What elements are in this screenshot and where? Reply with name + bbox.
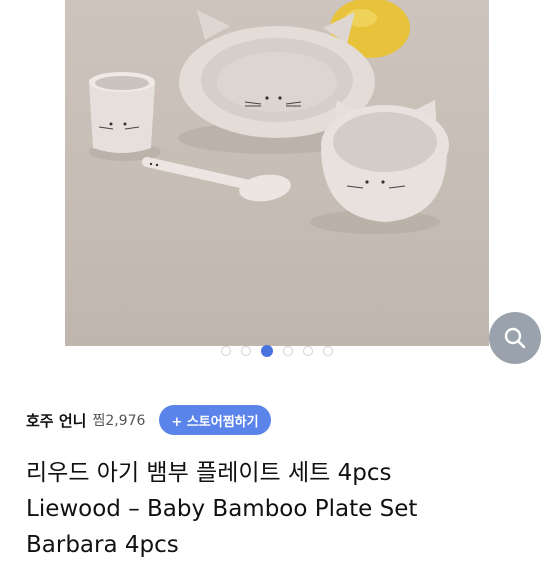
carousel-dot[interactable]: [241, 346, 251, 356]
cat-cup: [89, 72, 155, 153]
cat-spoon: [142, 157, 291, 202]
product-title-line2: Liewood – Baby Bamboo Plate Set: [26, 496, 418, 522]
carousel-dot[interactable]: [221, 346, 231, 356]
carousel-dot[interactable]: [303, 346, 313, 356]
product-title-line1: 리우드 아기 뱀부 플레이트 세트 4pcs: [26, 460, 392, 486]
seller-row: 호주 언니 찜2,976 + 스토어찜하기: [26, 405, 271, 435]
carousel-dot[interactable]: [323, 346, 333, 356]
zoom-button[interactable]: [489, 312, 541, 364]
seller-name[interactable]: 호주 언니: [26, 410, 86, 431]
product-title-line3: Barbara 4pcs: [26, 532, 179, 558]
carousel-dot-active[interactable]: [261, 345, 273, 357]
product-title: 리우드 아기 뱀부 플레이트 세트 4pcs Liewood – Baby Ba…: [26, 455, 546, 563]
carousel-dot[interactable]: [283, 346, 293, 356]
carousel-indicator: [0, 344, 554, 358]
wish-count: 찜2,976: [92, 413, 146, 429]
store-follow-button[interactable]: + 스토어찜하기: [159, 405, 271, 435]
product-photo[interactable]: [65, 0, 489, 346]
magnifier-icon: [504, 327, 526, 349]
cat-bowl: [321, 100, 449, 222]
